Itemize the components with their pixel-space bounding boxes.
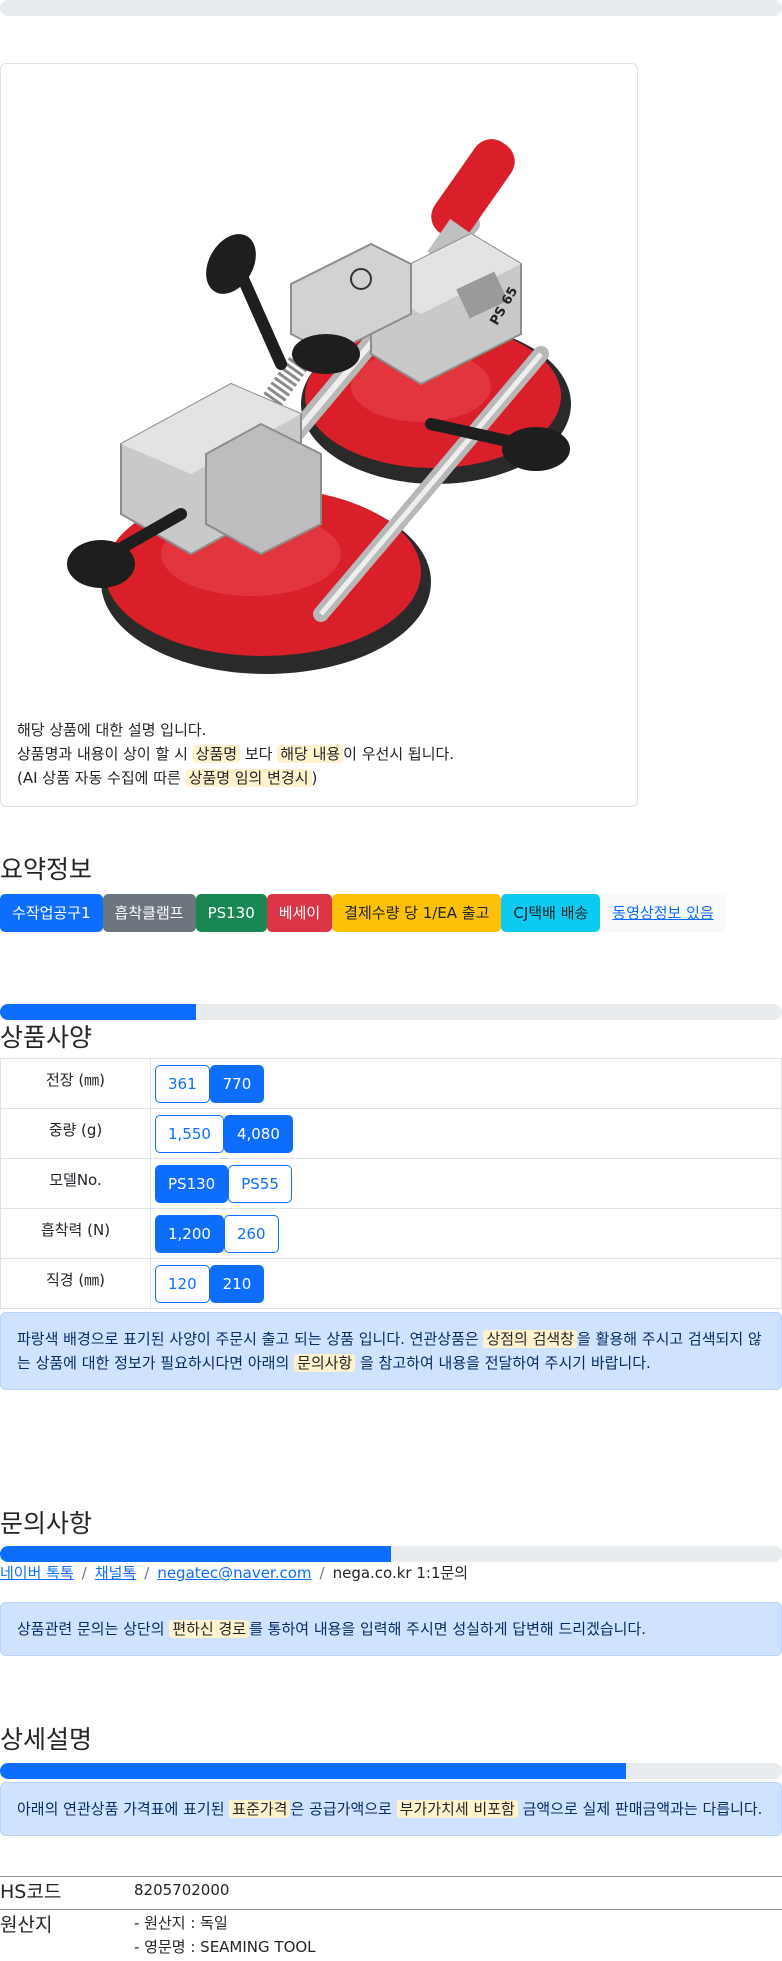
top-progress-bar [0,0,782,16]
badge-video-link[interactable]: 동영상정보 있음 [600,894,726,932]
highlight-rename: 상품명 임의 변경시 [185,769,312,787]
product-image: PS 65 [67,139,571,674]
highlight-standard-price: 표준가격 [229,1800,291,1818]
channel-talk-link[interactable]: 채널톡 [95,1564,136,1582]
spec-row: 모델No. PS130 PS55 [0,1158,782,1209]
spec-option[interactable]: 1,550 [155,1114,224,1153]
spec-row: 전장 (㎜) 361 770 [0,1058,782,1109]
spec-options: 1,550 4,080 [150,1108,782,1159]
spec-option[interactable]: PS55 [228,1164,292,1203]
inquiry-title: 문의사항 [0,1509,93,1538]
origin-value: - 원산지 : 독일 - 영문명 : SEAMING TOOL [134,1911,316,1959]
origin-english-name: - 영문명 : SEAMING TOOL [134,1938,316,1956]
spec-row: 직경 (㎜) 120 210 [0,1258,782,1309]
spec-option-selected[interactable]: 4,080 [223,1114,293,1153]
spec-options: 120 210 [150,1258,782,1309]
naver-talk-link[interactable]: 네이버 톡톡 [0,1564,74,1582]
spec-title: 상품사양 [0,1023,93,1052]
spec-option-selected[interactable]: 210 [209,1264,265,1303]
spec-option[interactable]: 361 [155,1064,210,1103]
spec-options: PS130 PS55 [150,1158,782,1209]
spec-label: 중량 (g) [0,1108,151,1159]
hs-code-label: HS코드 [0,1881,62,1903]
detail-progress-bar [0,1763,782,1779]
spec-progress-bar [0,1004,782,1020]
lever-upper [235,268,287,370]
highlight-inquiry: 문의사항 [294,1354,356,1372]
badge-type[interactable]: 흡착클램프 [102,894,196,932]
detail-title: 상세설명 [0,1725,93,1754]
desc-line-3: (AI 상품 자동 수집에 따른 상품명 임의 변경시) [17,769,318,787]
price-notice: 아래의 연관상품 가격표에 표기된 표준가격 은 공급가액으로 부가가치세 비포함… [0,1782,782,1836]
badge-delivery[interactable]: CJ택배 배송 [501,894,601,932]
inquiry-progress-fill [0,1546,391,1562]
inquiry-notice: 상품관련 문의는 상단의 편하신 경로 를 통하여 내용을 입력해 주시면 성실하… [0,1602,782,1656]
spec-option[interactable]: 120 [155,1264,210,1303]
spec-option-selected[interactable]: 1,200 [155,1214,224,1253]
spec-table: 전장 (㎜) 361 770 중량 (g) 1,550 4,080 모델No. PS130 PS… [0,1058,782,1309]
spec-row: 중량 (g) 1,550 4,080 [0,1108,782,1159]
spec-notice: 파랑색 배경으로 표기된 사양이 주문시 출고 되는 상품 입니다. 연관상품은… [0,1312,782,1390]
site-inquiry-text: nega.co.kr 1:1문의 [332,1564,469,1582]
spec-options: 1,200 260 [150,1208,782,1259]
spec-option-selected[interactable]: PS130 [155,1164,229,1203]
detail-progress-fill [0,1763,626,1779]
inquiry-channels: 네이버 톡톡 / 채널톡 / negatec@naver.com / nega.co.kr … [0,1562,468,1583]
origin-label: 원산지 [0,1914,53,1936]
desc-line-1: 해당 상품에 대한 설명 입니다. [17,721,207,739]
divider [0,1876,782,1877]
email-link[interactable]: negatec@naver.com [157,1564,311,1582]
badge-shipping-qty[interactable]: 결제수량 당 1/EA 출고 [332,894,502,932]
separator: / [319,1564,325,1582]
highlight-product-name: 상품명 [192,745,241,763]
highlight-vat: 부가가치세 비포함 [396,1800,518,1818]
badge-brand[interactable]: 베세이 [266,894,333,932]
separator: / [81,1564,87,1582]
inquiry-progress-bar [0,1546,782,1562]
badge-category[interactable]: 수작업공구1 [0,894,103,932]
product-description: 해당 상품에 대한 설명 입니다. 상품명과 내용이 상이 할 시 상품명 보다… [17,718,454,790]
desc-line-2: 상품명과 내용이 상이 할 시 상품명 보다 해당 내용 이 우선시 됩니다. [17,745,455,763]
summary-title: 요약정보 [0,855,93,884]
spec-option[interactable]: 260 [223,1214,279,1253]
highlight-content: 해당 내용 [277,745,344,763]
origin-country: - 원산지 : 독일 [134,1914,228,1932]
top-progress-fill [0,0,782,16]
spec-option-selected[interactable]: 770 [209,1064,265,1103]
spec-row: 흡착력 (N) 1,200 260 [0,1208,782,1259]
hs-code-value: 8205702000 [134,1881,230,1899]
badge-model[interactable]: PS130 [195,894,267,932]
spec-label: 흡착력 (N) [0,1208,151,1259]
separator: / [144,1564,150,1582]
highlight-search-box: 상점의 검색창 [483,1330,578,1348]
divider [0,1909,782,1910]
spec-label: 직경 (㎜) [0,1258,151,1309]
highlight-channel: 편하신 경로 [169,1620,250,1638]
summary-badges: 수작업공구1 흡착클램프 PS130 베세이 결제수량 당 1/EA 출고 CJ… [0,894,726,932]
spec-label: 전장 (㎜) [0,1058,151,1109]
spec-options: 361 770 [150,1058,782,1109]
spec-label: 모델No. [0,1158,151,1209]
product-card: PS 65 해당 상품에 대한 설명 입니다. 상품명과 내용이 상이 할 시 … [0,63,638,807]
